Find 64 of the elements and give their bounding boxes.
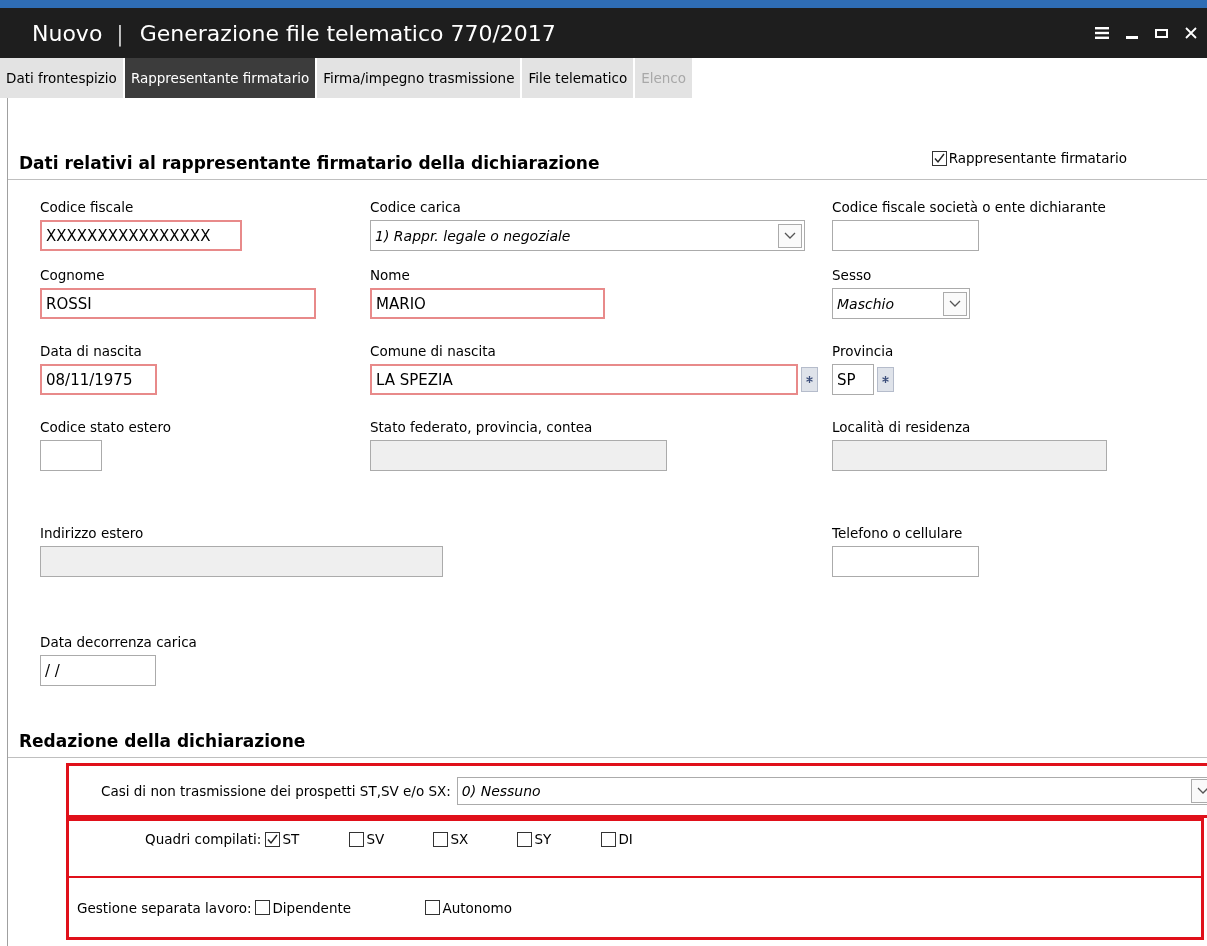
text-field[interactable] (40, 440, 102, 471)
field-label: Gestione separata lavoro: (77, 899, 252, 916)
checkbox[interactable] (601, 831, 617, 847)
checkbox[interactable] (433, 831, 449, 847)
dropdown[interactable]: 1) Rappr. legale o negoziale (370, 220, 805, 251)
checkbox-label: Rappresentante firmatario (948, 150, 1127, 166)
checkbox-label: SV (366, 831, 385, 847)
text-field[interactable] (832, 220, 979, 251)
checkbox[interactable] (255, 900, 271, 915)
checkbox[interactable] (425, 900, 441, 915)
dropdown[interactable]: Maschio (832, 288, 970, 319)
field-label: Indirizzo estero (40, 525, 145, 541)
close-icon[interactable] (1185, 27, 1197, 39)
field-label: Località di residenza (832, 419, 972, 435)
minimize-icon[interactable] (1126, 36, 1138, 40)
lookup-button[interactable] (877, 367, 894, 392)
field-label: Stato federato, provincia, contea (370, 419, 594, 435)
tab[interactable]: Dati frontespizio (0, 58, 123, 98)
checkbox-label: DI (618, 831, 633, 847)
maximize-icon[interactable] (1155, 28, 1168, 38)
text-field[interactable]: ROSSI (40, 288, 316, 319)
text-field[interactable] (832, 546, 979, 577)
field-label: Nome (370, 267, 411, 283)
checkbox-label: ST (282, 831, 300, 847)
text-field[interactable]: 08/11/1975 (40, 364, 157, 395)
checkbox[interactable] (931, 150, 947, 166)
field-label: Data decorrenza carica (40, 634, 197, 650)
tab[interactable]: Firma/impegno trasmissione (317, 58, 521, 98)
window-title-prefix: Nuovo (32, 20, 103, 46)
field-label: Cognome (40, 267, 106, 283)
field-label: Codice fiscale società o ente dichiarante (832, 199, 1106, 215)
field-label: Codice stato estero (40, 419, 171, 435)
field-label: Quadri compilati: (145, 831, 262, 847)
field-label: Casi di non trasmissione dei prospetti ST,SV e/o SX: (101, 782, 451, 799)
text-field[interactable]: MARIO (370, 288, 605, 319)
text-field[interactable]: / / (40, 655, 156, 686)
asterisk-icon (805, 375, 814, 384)
checkbox-label: Autonomo (442, 899, 513, 916)
checkbox-label: Dipendente (272, 899, 352, 916)
lookup-button[interactable] (801, 367, 818, 392)
text-field[interactable]: SP (832, 364, 874, 395)
field-label: Comune di nascita (370, 343, 497, 359)
tab[interactable]: File telematico (522, 58, 634, 98)
dropdown[interactable]: 0) Nessuno (456, 776, 1207, 805)
field-label: Telefono o cellulare (832, 525, 964, 541)
text-field[interactable]: LA SPEZIA (370, 364, 798, 395)
field-label: Codice carica (370, 199, 462, 215)
checkbox[interactable] (265, 831, 281, 847)
field-label: Codice fiscale (40, 199, 135, 215)
field-label: Data di nascita (40, 343, 143, 359)
text-field[interactable]: XXXXXXXXXXXXXXXX (40, 220, 242, 251)
tab[interactable]: Rappresentante firmatario (124, 58, 316, 98)
section-title: Dati relativi al rappresentante firmatario della dichiarazione (19, 153, 600, 173)
section-title: Redazione della dichiarazione (19, 731, 306, 751)
window-title: Generazione file telematico 770/2017 (139, 20, 556, 46)
checkbox[interactable] (517, 831, 533, 847)
checkbox[interactable] (349, 831, 365, 847)
field-label: Provincia (832, 343, 894, 359)
asterisk-icon (881, 375, 890, 384)
checkbox-label: SX (450, 831, 469, 847)
title-separator: | (116, 20, 124, 46)
menu-icon[interactable] (1095, 27, 1109, 39)
field-label: Sesso (832, 267, 873, 283)
checkbox-label: SY (534, 831, 552, 847)
